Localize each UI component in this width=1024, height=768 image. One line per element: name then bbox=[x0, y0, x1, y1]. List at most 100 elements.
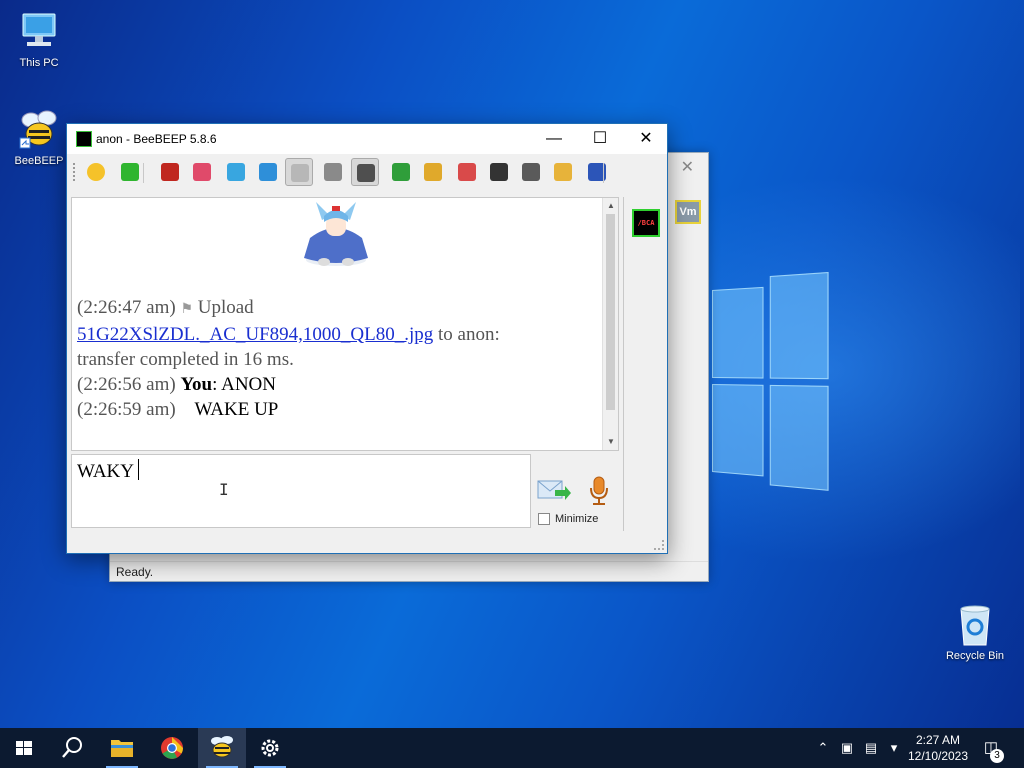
window-title: anon - BeeBEEP 5.8.6 bbox=[96, 132, 217, 146]
message-text: WAKE UP bbox=[194, 399, 279, 420]
scroll-down-icon[interactable]: ▼ bbox=[603, 434, 618, 450]
start-button[interactable] bbox=[0, 728, 48, 768]
toolbar-button-save-chat[interactable] bbox=[517, 158, 545, 186]
message-sender: You bbox=[180, 374, 213, 395]
network-icon[interactable]: ▤ bbox=[862, 739, 880, 757]
desktop-icon-beebeep[interactable]: BeeBEEP bbox=[3, 108, 75, 167]
filter-icon bbox=[227, 163, 245, 181]
toolbar-button-font[interactable] bbox=[156, 158, 184, 186]
upload-recipient: to anon: bbox=[438, 324, 500, 345]
microphone-icon bbox=[590, 476, 608, 505]
scroll-thumb[interactable] bbox=[606, 214, 615, 410]
text-color-icon bbox=[193, 163, 211, 181]
html-code-icon bbox=[458, 163, 476, 181]
desktop-icon-label: Recycle Bin bbox=[945, 650, 1005, 662]
voice-message-button[interactable] bbox=[588, 476, 610, 506]
chat-history[interactable]: (2:26:47 am) ⚑ Upload 51G22XSlZDL._AC_UF… bbox=[71, 197, 619, 451]
clock-date: 12/10/2023 bbox=[907, 749, 969, 763]
toolbar-button-dictionary[interactable] bbox=[319, 158, 347, 186]
message-time: (2:26:59 am) bbox=[77, 399, 176, 420]
taskbar-settings[interactable] bbox=[246, 728, 294, 768]
screenshot-camera-icon bbox=[490, 163, 508, 181]
music-note-icon bbox=[357, 164, 375, 182]
app-icon bbox=[76, 131, 92, 147]
maximize-button[interactable]: ☐ bbox=[577, 124, 623, 154]
ibeam-cursor-icon: I bbox=[219, 480, 229, 499]
desktop: This PC BeeBEEP Recycle Bin ✕ Vm Ready. … bbox=[0, 0, 1024, 728]
desktop-icon-label: BeeBEEP bbox=[14, 155, 64, 167]
save-chat-icon bbox=[522, 163, 540, 181]
file-link[interactable]: 51G22XSlZDL._AC_UF894,1000_QL80_.jpg bbox=[77, 324, 433, 345]
minimize-button[interactable]: — bbox=[531, 124, 577, 154]
message-input[interactable]: WAKY I bbox=[71, 454, 531, 528]
folder-icon bbox=[111, 740, 133, 757]
green-down-arrow-icon bbox=[121, 163, 139, 181]
desktop-icon-recycle-bin[interactable]: Recycle Bin bbox=[939, 603, 1011, 662]
upload-icon: ⚑ bbox=[180, 302, 193, 317]
search-icon bbox=[62, 737, 82, 758]
scroll-up-icon[interactable]: ▲ bbox=[603, 198, 618, 214]
toolbar-button-filter[interactable] bbox=[222, 158, 250, 186]
desktop-icon-label: This PC bbox=[19, 57, 59, 69]
chat-scrollbar[interactable]: ▲ ▼ bbox=[602, 198, 618, 450]
font-icon bbox=[161, 163, 179, 181]
send-message-button[interactable] bbox=[537, 476, 571, 504]
message-input-value: WAKY bbox=[77, 461, 134, 482]
recycle-bin-icon bbox=[953, 603, 997, 647]
toolbar-button-music-note[interactable] bbox=[351, 158, 379, 186]
title-bar[interactable]: anon - BeeBEEP 5.8.6 — ☐ ✕ bbox=[67, 124, 667, 154]
message-text: ANON bbox=[221, 374, 276, 395]
volume-muted-icon[interactable]: ▾ bbox=[885, 739, 903, 757]
send-folder-icon bbox=[424, 163, 442, 181]
show-hidden-icons-chevron-up-icon[interactable]: ⌃ bbox=[814, 739, 832, 757]
clock-time: 2:27 AM bbox=[915, 733, 961, 747]
desktop-icon-this-pc[interactable]: This PC bbox=[3, 10, 75, 69]
minimize-checkbox[interactable] bbox=[538, 513, 550, 525]
vm-badge: Vm bbox=[675, 200, 701, 224]
notification-count-badge: 3 bbox=[990, 749, 1004, 763]
bee-icon bbox=[211, 736, 233, 758]
toolbar-button-text-color[interactable] bbox=[188, 158, 216, 186]
upload-result: transfer completed in 16 ms. bbox=[77, 349, 294, 370]
toolbar-button-html-code[interactable] bbox=[453, 158, 481, 186]
spell-check-icon bbox=[291, 164, 309, 182]
message-time: (2:26:47 am) bbox=[77, 297, 176, 318]
resize-grip[interactable] bbox=[654, 540, 664, 550]
taskbar-chrome[interactable] bbox=[148, 728, 196, 768]
toolbar-button-spell-check[interactable] bbox=[285, 158, 313, 186]
avatar[interactable]: /BCA bbox=[632, 209, 660, 237]
toolbar-grip[interactable] bbox=[73, 163, 76, 181]
taskbar-beebeep[interactable] bbox=[198, 728, 246, 768]
emoticon-icon bbox=[87, 163, 105, 181]
message-time: (2:26:56 am) bbox=[77, 374, 176, 395]
shared-image-thumbnail[interactable] bbox=[290, 198, 382, 268]
taskbar: ⌃ ▣ ▤ ▾ 2:27 AM 12/10/2023 ◫ 3 bbox=[0, 728, 1024, 768]
chat-messages: (2:26:47 am) ⚑ Upload 51G22XSlZDL._AC_UF… bbox=[77, 295, 603, 422]
close-button[interactable]: ✕ bbox=[623, 124, 669, 154]
user-panel: /BCA bbox=[623, 197, 667, 531]
clock[interactable]: 2:27 AM 12/10/2023 bbox=[904, 732, 972, 764]
toolbar-separator bbox=[603, 163, 604, 183]
toolbar-separator bbox=[143, 163, 144, 183]
settings-gear-icon bbox=[259, 163, 277, 181]
toolbar-button-save-floppy[interactable] bbox=[583, 158, 611, 186]
status-bar: Ready. bbox=[110, 561, 708, 581]
taskbar-file-explorer[interactable] bbox=[98, 728, 146, 768]
upload-message: (2:26:47 am) ⚑ Upload 51G22XSlZDL._AC_UF… bbox=[77, 295, 603, 372]
chat-window[interactable]: anon - BeeBEEP 5.8.6 — ☐ ✕ (2:26:47 am) … bbox=[66, 123, 668, 554]
message-separator: : bbox=[212, 374, 222, 395]
minimize-label: Minimize bbox=[555, 513, 599, 525]
toolbar-button-send-folder[interactable] bbox=[419, 158, 447, 186]
search-button[interactable] bbox=[48, 728, 96, 768]
upload-label: Upload bbox=[197, 297, 254, 318]
close-icon[interactable]: ✕ bbox=[681, 157, 694, 177]
text-caret bbox=[138, 459, 139, 480]
toolbar-button-send-file[interactable] bbox=[387, 158, 415, 186]
toolbar-button-green-down-arrow[interactable] bbox=[116, 158, 144, 186]
toolbar-button-settings-gear[interactable] bbox=[254, 158, 282, 186]
toolbar-button-screenshot-camera[interactable] bbox=[485, 158, 513, 186]
toolbar-button-emoticon[interactable] bbox=[82, 158, 110, 186]
dictionary-icon bbox=[324, 163, 342, 181]
security-shield-icon[interactable]: ▣ bbox=[838, 739, 856, 757]
toolbar-button-notes[interactable] bbox=[549, 158, 577, 186]
